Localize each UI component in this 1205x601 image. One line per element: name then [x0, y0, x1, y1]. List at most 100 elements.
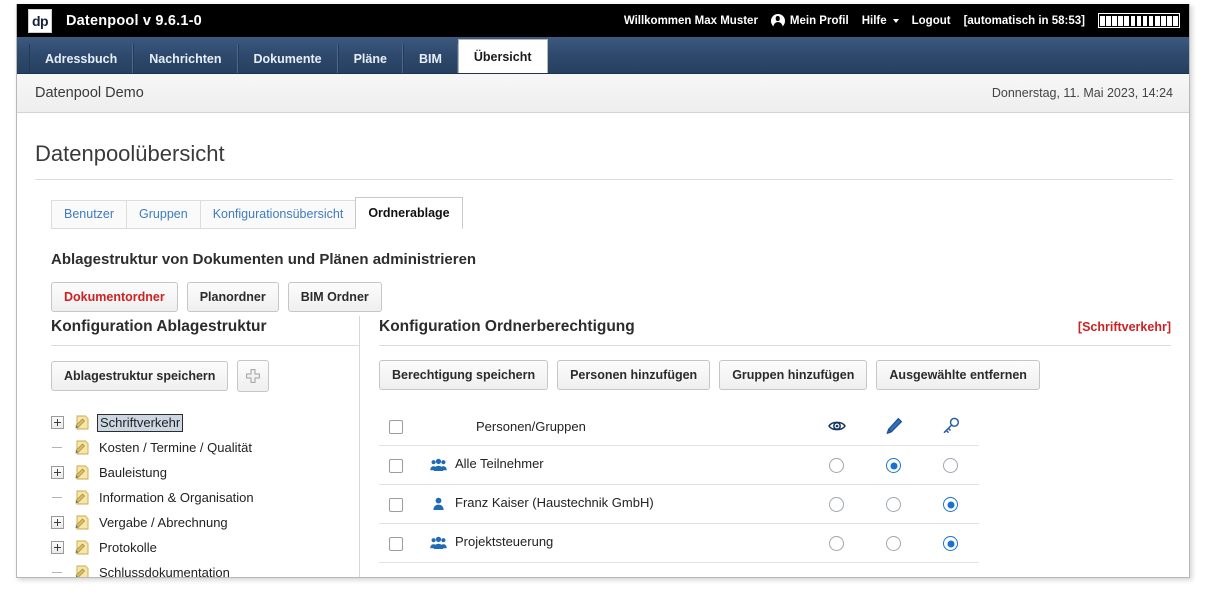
title-divider [35, 179, 1173, 180]
logout-link[interactable]: Logout [912, 15, 951, 27]
permission-radio-pencil[interactable] [886, 458, 901, 474]
tree-item-bauleistung[interactable]: Bauleistung [51, 460, 359, 485]
page-body: Datenpoolübersicht Benutzer Gruppen Konfig… [17, 114, 1189, 578]
tree-leaf-dash-icon [51, 441, 64, 454]
folder-icon-wrap [74, 414, 91, 431]
folder-icon [75, 490, 89, 505]
app-title: Datenpool v 9.6.1-0 [66, 12, 202, 29]
folder-type-button-planordner[interactable]: Planordner [186, 282, 279, 312]
permission-cell-key [922, 485, 979, 524]
permission-button-gruppen-hinzufügen[interactable]: Gruppen hinzufügen [719, 360, 868, 390]
help-menu[interactable]: Hilfe [862, 15, 899, 27]
row-checkbox[interactable] [389, 497, 403, 512]
tree-item-label: Schlussdokumentation [99, 565, 230, 578]
table-row: Alle Teilnehmer [379, 446, 979, 485]
row-name-label: Alle Teilnehmer [455, 456, 544, 472]
left-column-toolbar: Ablagestruktur speichern [51, 360, 359, 392]
folder-type-button-bim-ordner[interactable]: BIM Ordner [287, 282, 382, 312]
my-profile-label: Mein Profil [789, 14, 849, 27]
selected-folder-badge: [Schriftverkehr] [1077, 320, 1171, 334]
subtab-label: Konfigurationsübersicht [212, 207, 344, 221]
expand-icon[interactable] [51, 416, 64, 429]
permission-radio-pencil[interactable] [886, 497, 901, 513]
row-checkbox[interactable] [389, 458, 403, 473]
subtab-benutzer[interactable]: Benutzer [51, 200, 128, 229]
add-folder-button[interactable] [237, 360, 270, 392]
tree-item-label: Protokolle [99, 540, 157, 555]
tree-item-label: Schriftverkehr [97, 413, 184, 432]
logout-label: Logout [911, 14, 951, 27]
subtab-ordnerablage[interactable]: Ordnerablage [355, 197, 463, 229]
permission-radio-pencil[interactable] [886, 536, 901, 552]
permission-button-personen-hinzufügen[interactable]: Personen hinzufügen [557, 360, 711, 390]
table-row: Projektsteuerung [379, 524, 979, 563]
session-timeout-progressbar [1098, 13, 1180, 28]
subtab-label: Gruppen [139, 207, 188, 221]
timer-segment [1106, 15, 1111, 26]
folder-icon [75, 440, 89, 455]
right-column-header: Konfiguration Ordnerberechtigung [Schrif… [379, 316, 1171, 336]
folder-type-button-dokumentordner[interactable]: Dokumentordner [51, 282, 178, 312]
subtab-gruppen[interactable]: Gruppen [126, 200, 201, 229]
timer-segment [1161, 15, 1166, 26]
permission-button-berechtigung-speichern[interactable]: Berechtigung speichern [379, 360, 549, 390]
tree-item-schriftverkehr[interactable]: Schriftverkehr [51, 410, 359, 435]
expand-icon[interactable] [51, 516, 64, 529]
chevron-down-icon [892, 18, 899, 23]
permission-radio-eye[interactable] [829, 458, 844, 474]
nav-tab-label: Nachrichten [149, 51, 222, 66]
tree-item-schlussdokumentation[interactable]: Schlussdokumentation [51, 560, 359, 578]
application-window: dp Datenpool v 9.6.1-0 Willkommen Max Mu… [16, 4, 1190, 578]
permission-radio-key[interactable] [943, 458, 958, 474]
eye-icon [827, 421, 846, 431]
folder-icon-wrap [74, 539, 91, 556]
row-name-cell: Franz Kaiser (Haustechnik GmbH) [428, 485, 808, 524]
permissions-column-header-pencil [865, 407, 922, 446]
timer-segment [1148, 15, 1154, 26]
table-row: Franz Kaiser (Haustechnik GmbH) [379, 485, 979, 524]
folder-icon [75, 415, 89, 430]
permission-toolbar: Berechtigung speichern Personen hinzufüge… [379, 360, 1171, 390]
expand-icon[interactable] [51, 541, 64, 554]
row-name-cell: Projektsteuerung [428, 524, 808, 563]
permission-radio-key[interactable] [943, 536, 958, 552]
nav-tab-nachrichten[interactable]: Nachrichten [133, 44, 238, 73]
nav-tab-pl-ne[interactable]: Pläne [337, 44, 403, 73]
tree-item-information-organisation[interactable]: Information & Organisation [51, 485, 359, 510]
tree-leaf-dash-icon [51, 491, 64, 504]
folder-icon [75, 515, 89, 530]
row-name-label: Projektsteuerung [455, 534, 554, 550]
top-bar: dp Datenpool v 9.6.1-0 Willkommen Max Mu… [17, 4, 1189, 37]
select-all-cell [379, 407, 428, 446]
tree-item-kosten-termine-qualit-t[interactable]: Kosten / Termine / Qualität [51, 435, 359, 460]
nav-tab-bim[interactable]: BIM [402, 44, 458, 73]
tree-item-vergabe-abrechnung[interactable]: Vergabe / Abrechnung [51, 510, 359, 535]
expand-icon[interactable] [51, 466, 64, 479]
nav-tab--bersicht[interactable]: Übersicht [457, 39, 548, 73]
nav-tab-label: Übersicht [473, 49, 532, 64]
tree-item-label: Bauleistung [99, 465, 167, 480]
permission-radio-key[interactable] [943, 497, 958, 513]
logo-text: dp [31, 12, 49, 29]
select-all-checkbox[interactable] [389, 419, 403, 434]
row-select-cell [379, 485, 428, 524]
row-checkbox[interactable] [389, 536, 403, 551]
plus-icon [246, 369, 261, 383]
save-storage-structure-button[interactable]: Ablagestruktur speichern [51, 361, 229, 391]
context-bar: Datenpool Demo Donnerstag, 11. Mai 2023,… [17, 74, 1189, 113]
nav-tab-dokumente[interactable]: Dokumente [237, 44, 338, 73]
subtab-konfigurations-bersicht[interactable]: Konfigurationsübersicht [199, 200, 357, 229]
tree-item-protokolle[interactable]: Protokolle [51, 535, 359, 560]
permission-button-ausgewählte-entfernen[interactable]: Ausgewählte entfernen [876, 360, 1040, 390]
left-column-divider [51, 345, 359, 346]
folder-icon-wrap [74, 489, 91, 506]
my-profile-link[interactable]: Mein Profil [770, 13, 849, 28]
permission-radio-eye[interactable] [829, 536, 844, 552]
tree-item-label: Kosten / Termine / Qualität [99, 440, 252, 455]
nav-tab-label: BIM [418, 51, 442, 66]
permission-radio-eye[interactable] [829, 497, 844, 513]
group-icon [430, 458, 447, 471]
right-column-folder-permissions: Konfiguration Ordnerberechtigung [Schrif… [360, 316, 1189, 577]
folder-tree: Schriftverkehr Kosten / Termine / Qualitä… [51, 410, 359, 578]
nav-tab-adressbuch[interactable]: Adressbuch [29, 44, 134, 73]
